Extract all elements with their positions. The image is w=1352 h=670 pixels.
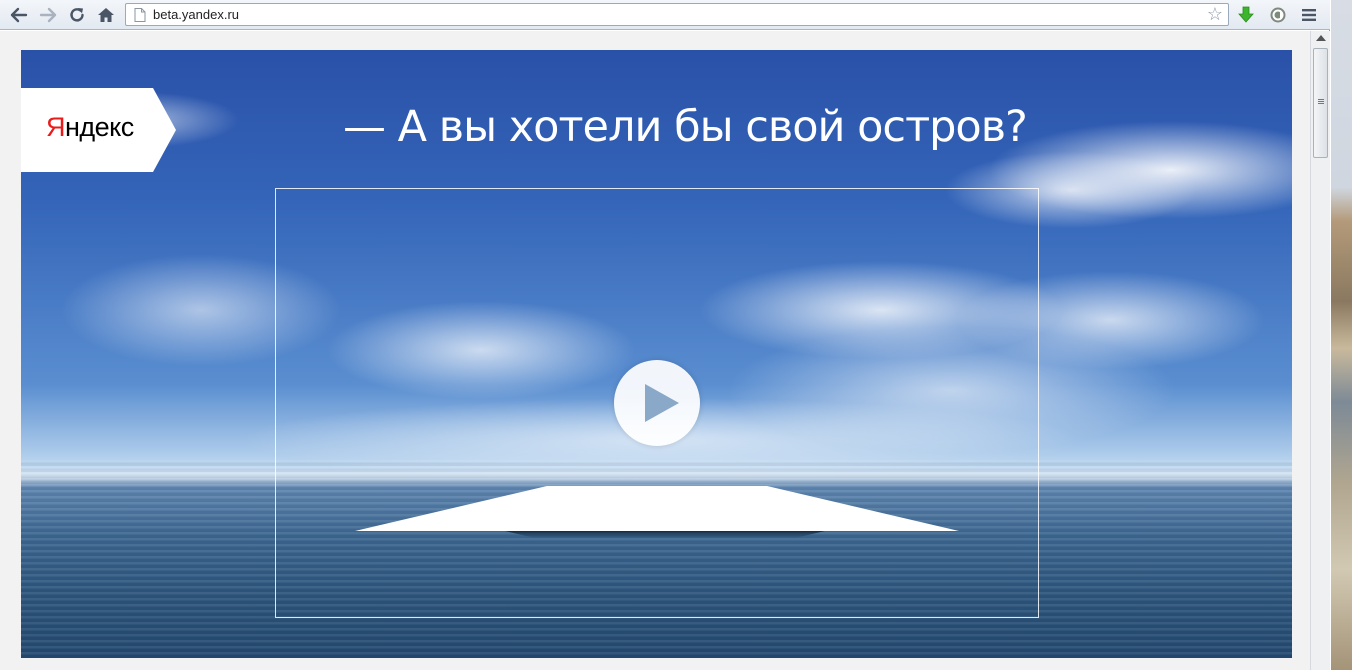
page-viewport: Яндекс — А вы хотели бы свой остров? (0, 31, 1310, 670)
address-bar[interactable]: beta.yandex.ru ☆ (125, 3, 1229, 26)
play-icon (645, 384, 679, 422)
download-extension-button[interactable] (1235, 4, 1257, 26)
extension-circle-icon (1270, 7, 1286, 23)
bookmark-star-icon[interactable]: ☆ (1207, 5, 1223, 24)
menu-button[interactable] (1298, 4, 1320, 26)
hero-headline: — А вы хотели бы свой остров? (343, 102, 1028, 152)
hero-banner: Яндекс — А вы хотели бы свой остров? (21, 50, 1292, 658)
scroll-grip-icon (1318, 99, 1324, 105)
logo-first-letter: Я (46, 112, 66, 142)
logo-text: Яндекс (46, 112, 134, 143)
browser-window: beta.yandex.ru ☆ Яндекс — А вы хотели бы… (0, 0, 1330, 670)
scroll-up-arrow-icon[interactable] (1316, 35, 1326, 41)
arrow-right-icon (39, 7, 57, 23)
desktop-background (1331, 0, 1352, 670)
page-icon (134, 8, 146, 22)
logo-rest: ндекс (65, 112, 134, 142)
scrollbar-thumb[interactable] (1313, 48, 1328, 158)
vertical-scrollbar[interactable] (1310, 31, 1330, 670)
home-icon (98, 8, 114, 22)
url-text[interactable]: beta.yandex.ru (153, 7, 239, 22)
reload-icon (70, 8, 84, 22)
island-shape (355, 486, 959, 538)
reload-button[interactable] (66, 4, 88, 26)
hamburger-menu-icon (1302, 9, 1316, 21)
extension-button[interactable] (1267, 4, 1289, 26)
back-button[interactable] (8, 4, 30, 26)
download-arrow-icon (1238, 6, 1254, 23)
yandex-logo[interactable]: Яндекс (21, 88, 176, 172)
arrow-left-icon (10, 7, 28, 23)
forward-button[interactable] (37, 4, 59, 26)
home-button[interactable] (95, 4, 117, 26)
play-button[interactable] (614, 360, 700, 446)
browser-toolbar: beta.yandex.ru ☆ (0, 0, 1330, 30)
